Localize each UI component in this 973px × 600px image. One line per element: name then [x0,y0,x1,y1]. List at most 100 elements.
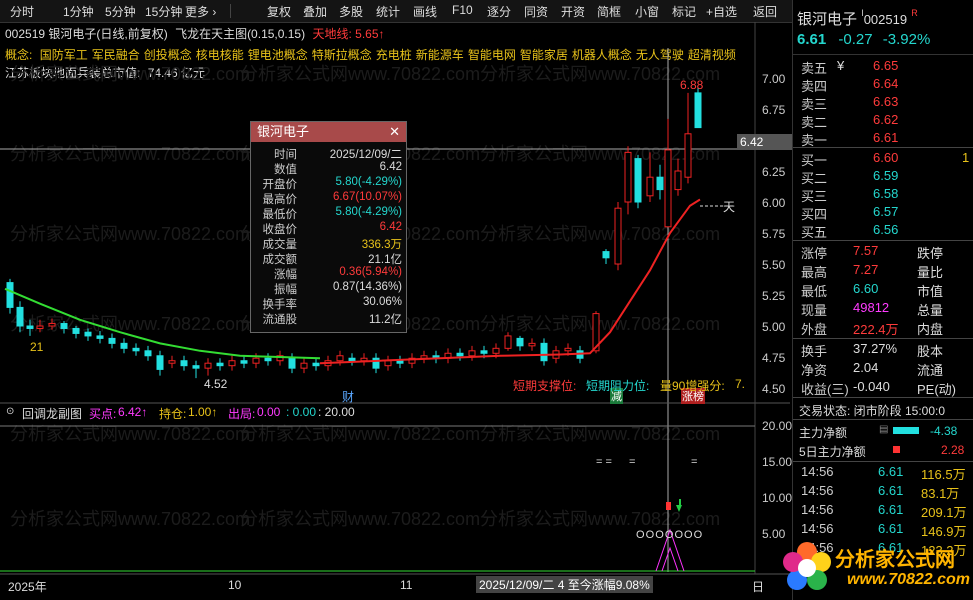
watermark-text: 分析家公式网www.70822.com [480,424,720,444]
out-value: 0.00 [257,405,281,419]
lower-mark: = [629,456,636,468]
candle-body [240,360,248,364]
sell-label: 卖三 [801,97,828,112]
sell-row[interactable]: 卖四 6.64 [793,76,973,95]
popup-row: 时间 2025/12/09/二 [251,146,406,161]
y-tick-label: 7.00 [762,72,786,86]
stat-label: 最低 [801,284,828,299]
close-icon[interactable]: ✕ [389,122,400,142]
candle-body [694,92,702,129]
short-support: 短期支撑位: [513,379,577,393]
watermark-text: 分析家公式网www.70822.com [10,424,250,444]
detail-icon[interactable]: ▤ [879,424,888,435]
buy-price: 6.56 [873,222,899,237]
short-resist: 短期阻力位: [586,379,650,393]
y-tick-label: 5.25 [762,289,786,303]
stat2-label-2: PE(动) [917,382,957,397]
stat-row: 现量 49812 总量 [793,300,973,319]
candle-body [516,337,524,347]
candle-body [372,357,380,369]
buy-row[interactable]: 买四 6.57 [793,204,973,223]
candle-body [48,323,56,327]
stat-label: 涨停 [801,246,828,261]
sell-price: 6.61 [873,130,899,145]
candle-body [602,251,610,259]
watermark-text: 分析家公式网www.70822.com [10,144,250,164]
tick-vol: 116.5万 [921,467,966,482]
buy-price: 6.57 [873,204,899,219]
candle-body [684,133,692,178]
buy-label: 买三 [801,189,828,204]
stat-value: 7.27 [853,262,879,277]
buy-row[interactable]: 买三 6.58 [793,186,973,205]
sub-chart-name[interactable]: 回调龙副图 [22,405,82,422]
watermark-text: 分析家公式网www.70822.com [240,64,480,84]
tick-time: 14:56 [801,483,834,498]
popup-row-value: 6.42 [379,161,402,173]
lower-mark: = [691,456,698,468]
watermark-text: 分析家公式网www.70822.com [480,314,720,334]
sell-price: 6.63 [873,94,899,109]
sell-row[interactable]: 卖三 6.63 [793,94,973,113]
candle-body [156,355,164,370]
popup-row-value: 21.1亿 [368,254,402,266]
hold-label: 持仓: [159,407,187,421]
candle-body [264,357,272,362]
quote-panel: 银河电子 I002519 R 6.61 -0.27 -3.92% 卖五 ¥6.65… [792,0,973,600]
extra-value-1: : 0.00 [286,405,317,419]
popup-stock-name: 银河电子 [257,124,310,139]
tick-price: 6.61 [878,464,904,479]
lower-mark: O O O O O O O [636,529,702,541]
buy-price: 6.60 [873,150,899,165]
tick-vol: 83.1万 [921,486,960,501]
watermark-text: 分析家公式网www.70822.com [10,64,250,84]
popup-row-label: 成交额 [262,254,298,266]
quote-pct: -3.92% [882,31,931,48]
gain-strong: 量90增强分: [660,379,725,393]
candle-body [348,357,356,362]
main-net-value: -4.38 [930,424,958,438]
popup-row-value: 0.87(14.36%) [332,281,402,293]
candle-body [108,337,116,344]
watermark-text: 分析家公式网www.70822.com [10,224,250,244]
peak-label: 6.88 [680,78,704,92]
candle-body [614,207,622,265]
stat-label-2: 内盘 [917,322,944,337]
popup-row-value: 6.67(10.07%) [332,191,402,203]
candle-body [252,357,260,364]
buy-row[interactable]: 买一 6.60 1 [793,150,973,169]
stat2-row: 收益(三) -0.040 PE(动) [793,379,973,398]
buy-label: 买五 [801,225,828,240]
settings-icon[interactable]: ⊙ [6,406,14,417]
x-axis-nov: 11 [400,578,413,592]
popup-row-value: 2025/12/09/二 [329,149,402,161]
candle-body [664,149,672,228]
popup-row: 涨幅 0.36(5.94%) [251,266,406,281]
buy-label: 买二 [801,171,828,186]
candle-body [456,352,464,357]
y-tick-label: 6.25 [762,165,786,179]
candle-body [468,350,476,357]
popup-row-label: 换手率 [262,299,298,311]
popup-row: 振幅 0.87(14.36%) [251,281,406,296]
candle-body [180,360,188,367]
popup-row: 最高价 6.67(10.07%) [251,191,406,206]
popup-title: 银河电子 ✕ [251,122,406,142]
candle-body [60,323,68,329]
quote-stock-name: 银河电子 [797,11,858,28]
candle-body [288,357,296,369]
popup-row: 收盘价 6.42 [251,221,406,236]
quote-price: 6.61 [797,31,827,48]
buy-vol: 1 [962,150,970,165]
popup-row-label: 时间 [274,149,297,161]
main-net5-value: 2.28 [941,443,965,457]
buy-row[interactable]: 买二 6.59 [793,168,973,187]
sub-chart-header: ⊙ 回调龙副图 买点: 6.42↑ 持仓: 1.00↑ 出局: 0.00 : 0… [0,404,790,422]
price-info-popup[interactable]: 银河电子 ✕ 时间 2025/12/09/二 数值 6.42 开盘价 5.80(-4.29… [250,121,407,333]
buy-row[interactable]: 买五 6.56 [793,222,973,241]
sell-row[interactable]: 卖五 ¥6.65 [793,58,973,77]
candle-body [624,151,632,203]
sell-row[interactable]: 卖二 6.62 [793,112,973,131]
tick-time: 14:56 [801,464,834,479]
candle-body [120,342,128,349]
